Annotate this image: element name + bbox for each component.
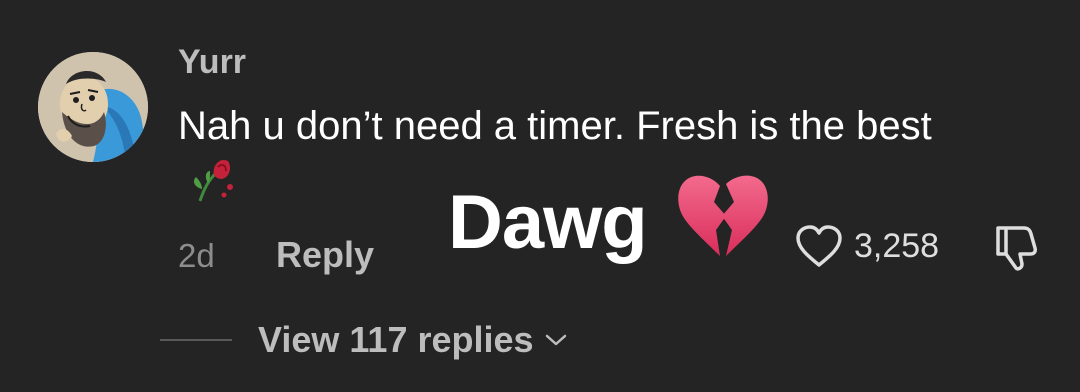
thumbs-down-icon[interactable] <box>990 218 1044 272</box>
view-replies-button[interactable]: View 117 replies <box>258 318 568 362</box>
like-button[interactable]: 3,258 <box>794 222 939 270</box>
wilted-rose-icon <box>194 159 233 202</box>
replies-divider <box>160 339 232 341</box>
view-replies-label: View 117 replies <box>258 319 534 360</box>
chevron-down-icon <box>545 334 566 346</box>
comment-username[interactable]: Yurr <box>178 42 246 82</box>
comment-timestamp: 2d <box>178 237 215 274</box>
broken-heart-icon <box>678 175 768 256</box>
comment-text: Nah u don’t need a timer. Fresh is the b… <box>178 104 932 148</box>
user-avatar[interactable] <box>38 52 148 162</box>
overlay-caption: Dawg <box>448 180 648 265</box>
reply-button[interactable]: Reply <box>276 234 374 276</box>
avatar-illustration <box>38 52 148 162</box>
heart-outline-icon <box>796 225 842 267</box>
like-count: 3,258 <box>854 227 940 265</box>
